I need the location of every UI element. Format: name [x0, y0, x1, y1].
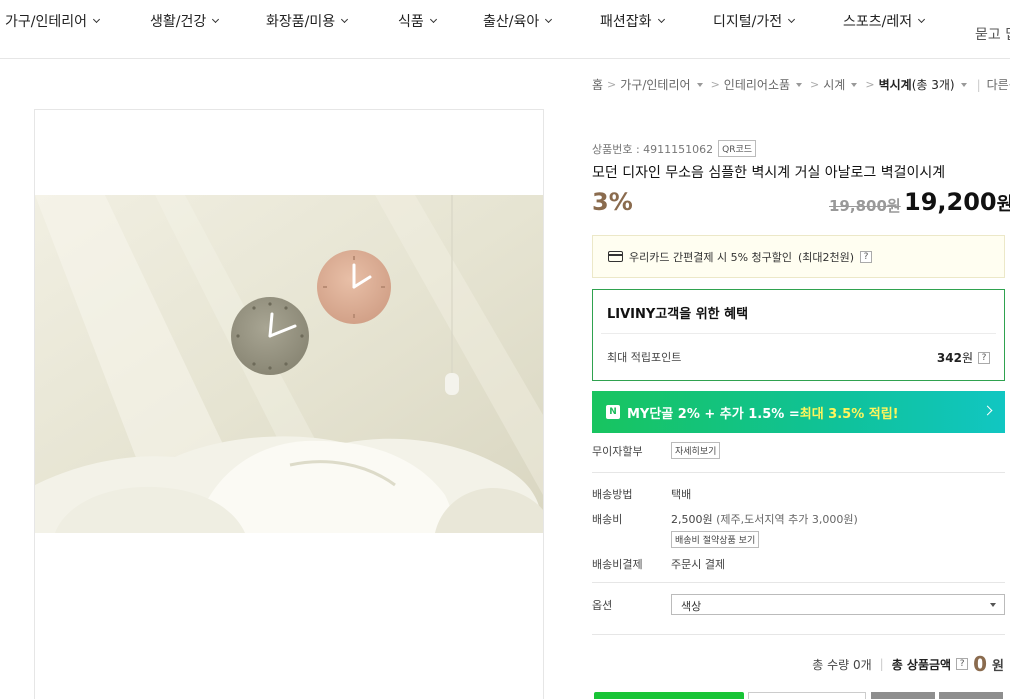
breadcrumb-separator: > — [607, 78, 617, 91]
nav-item-fashion[interactable]: 패션잡화 — [600, 11, 665, 31]
shipping-fee-label: 배송비 — [592, 513, 623, 526]
divider — [601, 333, 996, 334]
breadcrumb-other-link[interactable]: 다른상 — [987, 76, 1010, 93]
credit-card-icon — [608, 251, 623, 262]
total-summary: 총 수량 0개 | 총 상품금액 ? 0원 — [812, 652, 1004, 676]
breadcrumb-separator: > — [810, 78, 820, 91]
shipping-method-value: 택배 — [671, 488, 692, 501]
total-amount: 0 — [973, 652, 988, 676]
divider: | — [879, 657, 884, 671]
buy-now-button[interactable] — [594, 692, 744, 699]
chevron-down-icon — [341, 15, 349, 24]
divider — [592, 634, 1005, 635]
caret-down-icon — [990, 603, 996, 607]
my-dangol-banner[interactable]: N MY단골 2% + 추가 1.5% = 최대 3.5% 적립! — [592, 391, 1005, 433]
qr-code-button[interactable]: QR코드 — [718, 140, 757, 157]
divider — [592, 472, 1005, 473]
caret-down-icon[interactable] — [960, 82, 967, 87]
shipping-fee-value: 2,500원 (제주,도서지역 추가 3,000원) — [671, 513, 858, 526]
category-nav: 가구/인테리어 생활/건강 화장품/미용 식품 출산/육아 패션잡화 디지털/가… — [0, 0, 1010, 59]
breadcrumb-home[interactable]: 홈 — [592, 76, 603, 93]
point-value: 342원 ? — [937, 349, 990, 366]
breadcrumb-level2[interactable]: 인테리어소품 — [724, 76, 790, 93]
add-to-cart-button[interactable] — [748, 692, 866, 699]
nav-item-living-health[interactable]: 생활/건강 — [150, 11, 220, 31]
product-title: 모던 디자인 무소음 심플한 벽시계 거실 아날로그 벽걸이시계 — [592, 165, 946, 181]
product-number: 상품번호 : 4911151062 QR코드 — [592, 140, 757, 157]
breadcrumb: 홈 > 가구/인테리어 > 인테리어소품 > 시계 > 벽시계(총 3개) | … — [592, 76, 1010, 93]
help-icon[interactable]: ? — [956, 658, 969, 670]
naver-n-icon: N — [606, 405, 620, 419]
breadcrumb-level3[interactable]: 시계 — [823, 76, 845, 93]
total-quantity: 총 수량 0개 — [812, 657, 872, 672]
chevron-down-icon — [92, 15, 101, 24]
breadcrumb-current[interactable]: 벽시계(총 3개) — [879, 76, 955, 93]
caret-down-icon[interactable] — [851, 82, 858, 87]
nav-item-food[interactable]: 식품 — [398, 11, 437, 31]
shipping-payment-value: 주문시 결제 — [671, 558, 726, 571]
caret-down-icon[interactable] — [796, 82, 803, 87]
wishlist-button[interactable] — [871, 692, 935, 699]
benefit-box: LIVINY고객을 위한 혜택 최대 적립포인트 342원 ? — [592, 289, 1005, 381]
divider: | — [976, 77, 981, 92]
benefit-title: LIVINY고객을 위한 혜택 — [607, 307, 749, 322]
nav-item-digital[interactable]: 디지털/가전 — [713, 11, 796, 31]
nav-item-sports[interactable]: 스포츠/레저 — [843, 11, 926, 31]
card-discount-notice: 우리카드 간편결제 시 5% 청구할인 (최대2천원) ? — [592, 235, 1005, 278]
discount-rate: 3% — [592, 188, 633, 216]
original-price: 19,800원 — [829, 197, 901, 215]
nav-qna-link[interactable]: 묻고 답 — [975, 24, 1010, 44]
nav-item-furniture[interactable]: 가구/인테리어 — [5, 11, 101, 31]
chevron-down-icon — [657, 15, 665, 24]
installment-detail-button[interactable]: 자세히보기 — [671, 442, 721, 459]
chevron-down-icon — [212, 15, 220, 24]
product-photo-illustration — [35, 195, 543, 533]
help-icon[interactable]: ? — [860, 250, 873, 263]
shipping-saving-button[interactable]: 배송비 절약상품 보기 — [671, 531, 760, 548]
caret-down-icon[interactable] — [696, 82, 703, 87]
total-amount-label: 총 상품금액 — [891, 657, 952, 672]
breadcrumb-separator: > — [710, 78, 720, 91]
chevron-down-icon — [918, 15, 926, 24]
nav-item-baby[interactable]: 출산/육아 — [483, 11, 553, 31]
option-label: 옵션 — [592, 599, 613, 612]
point-label: 최대 적립포인트 — [607, 351, 682, 364]
product-image-panel — [34, 109, 544, 699]
sale-price: 19,200원 — [904, 188, 1010, 216]
option-select[interactable]: 색상 — [671, 594, 1005, 615]
chevron-down-icon — [429, 15, 437, 24]
shipping-method-label: 배송방법 — [592, 488, 633, 501]
chevron-down-icon — [788, 15, 796, 24]
help-icon[interactable]: ? — [978, 351, 990, 364]
breadcrumb-separator: > — [865, 78, 875, 91]
breadcrumb-level1[interactable]: 가구/인테리어 — [620, 76, 690, 93]
chevron-down-icon — [545, 15, 553, 24]
talk-button[interactable] — [939, 692, 1003, 699]
nav-item-cosmetics[interactable]: 화장품/미용 — [266, 11, 349, 31]
installment-label: 무이자할부 — [592, 445, 643, 458]
divider — [592, 582, 1005, 583]
shipping-payment-label: 배송비결제 — [592, 558, 643, 571]
chevron-right-icon — [982, 405, 993, 416]
product-photo[interactable] — [35, 195, 543, 533]
